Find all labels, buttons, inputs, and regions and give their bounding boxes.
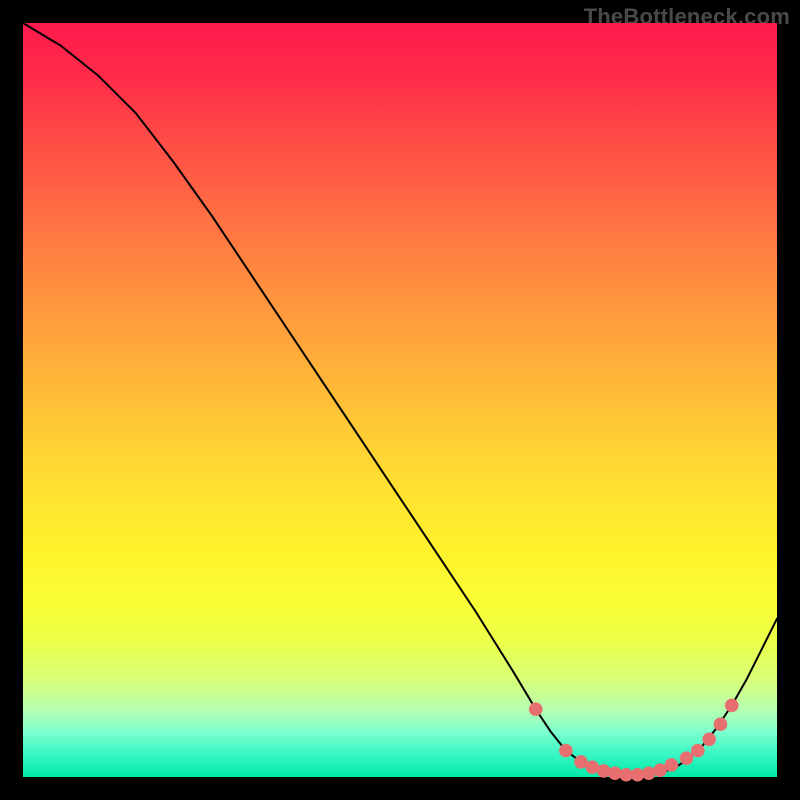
valley-marker — [680, 751, 694, 765]
curve-layer — [23, 23, 777, 777]
plot-area — [23, 23, 777, 777]
valley-marker — [529, 702, 543, 716]
valley-marker — [702, 733, 716, 747]
valley-marker — [691, 744, 705, 758]
valley-marker — [559, 744, 573, 758]
bottleneck-curve — [23, 23, 777, 775]
valley-markers — [529, 699, 739, 782]
chart-frame: TheBottleneck.com — [0, 0, 800, 800]
valley-marker — [597, 764, 611, 778]
valley-marker — [665, 758, 679, 772]
valley-marker — [725, 699, 739, 713]
valley-marker — [714, 717, 728, 731]
